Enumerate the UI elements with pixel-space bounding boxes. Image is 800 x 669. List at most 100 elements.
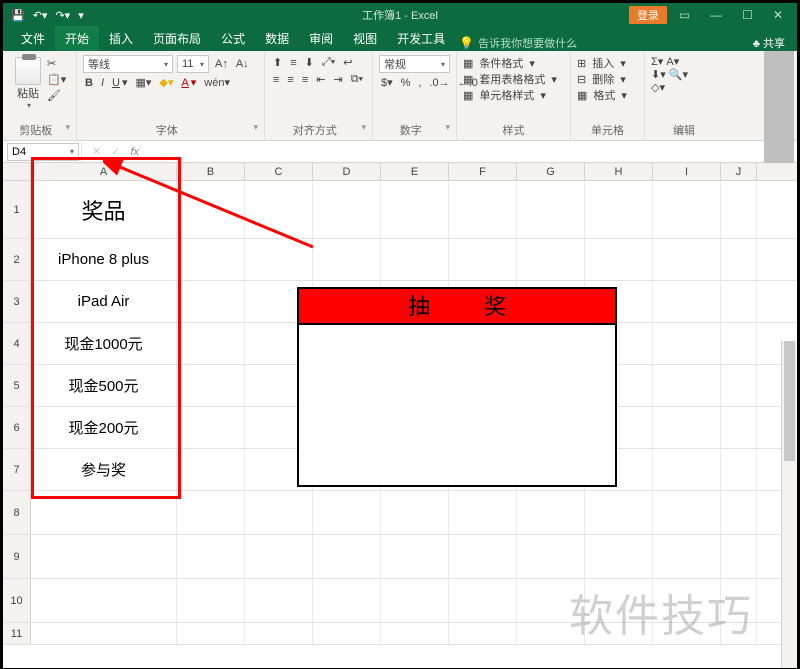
format-cells-button[interactable]: ▦ 格式▾ xyxy=(577,87,638,103)
align-middle-icon[interactable]: ≡ xyxy=(288,56,298,70)
comma-icon[interactable]: , xyxy=(416,76,423,90)
conditional-format-button[interactable]: ▦ 条件格式▾ xyxy=(463,55,564,71)
align-top-icon[interactable]: ⬆ xyxy=(271,55,284,70)
ribbon-options-icon[interactable]: ▭ xyxy=(671,8,698,22)
select-all-corner[interactable] xyxy=(3,163,31,180)
row-header-6[interactable]: 6 xyxy=(3,407,31,448)
tab-layout[interactable]: 页面布局 xyxy=(143,26,211,51)
save-icon[interactable]: 💾 xyxy=(11,9,25,22)
font-name[interactable]: 等线▾ xyxy=(83,55,173,73)
vertical-scrollbar[interactable] xyxy=(781,341,797,668)
percent-icon[interactable]: % xyxy=(399,76,413,90)
row-header-7[interactable]: 7 xyxy=(3,449,31,490)
tab-formulas[interactable]: 公式 xyxy=(211,26,255,51)
align-bottom-icon[interactable]: ⬇ xyxy=(303,55,316,70)
indent-dec-icon[interactable]: ⇤ xyxy=(314,72,327,87)
tell-me[interactable]: 💡告诉我你想要做什么 xyxy=(459,35,577,51)
cell-A1[interactable]: 奖品 xyxy=(31,181,177,238)
row-header-5[interactable]: 5 xyxy=(3,365,31,406)
shrink-font-icon[interactable]: A↓ xyxy=(234,57,251,71)
col-header-G[interactable]: G xyxy=(517,163,585,180)
name-box[interactable]: D4▾ xyxy=(7,143,79,161)
cut-icon[interactable]: ✂ xyxy=(47,57,66,70)
lottery-box: 抽 奖 xyxy=(297,287,617,487)
paste-button[interactable]: 粘贴 ▾ xyxy=(9,55,47,112)
col-header-C[interactable]: C xyxy=(245,163,313,180)
delete-cells-button[interactable]: ⊟ 删除▾ xyxy=(577,71,638,87)
cell-A5[interactable]: 现金500元 xyxy=(31,365,177,406)
row-header-11[interactable]: 11 xyxy=(3,623,31,644)
format-painter-icon[interactable]: 🖌 xyxy=(47,89,66,102)
phonetic-button[interactable]: wén▾ xyxy=(202,75,232,90)
italic-button[interactable]: I xyxy=(99,76,106,90)
col-header-B[interactable]: B xyxy=(177,163,245,180)
row-header-9[interactable]: 9 xyxy=(3,535,31,578)
tab-insert[interactable]: 插入 xyxy=(99,26,143,51)
cell-A3[interactable]: iPad Air xyxy=(31,281,177,322)
col-header-I[interactable]: I xyxy=(653,163,721,180)
merge-icon[interactable]: ⧉▾ xyxy=(349,72,365,87)
underline-button[interactable]: U▾ xyxy=(110,75,129,90)
insert-cells-button[interactable]: ⊞ 插入▾ xyxy=(577,55,638,71)
font-size[interactable]: 11▾ xyxy=(177,55,209,73)
tab-data[interactable]: 数据 xyxy=(255,26,299,51)
cell-A4[interactable]: 现金1000元 xyxy=(31,323,177,364)
col-header-A[interactable]: A xyxy=(31,163,177,180)
border-button[interactable]: ▦▾ xyxy=(134,75,154,90)
copy-icon[interactable]: 📋▾ xyxy=(47,73,66,86)
row-header-10[interactable]: 10 xyxy=(3,579,31,622)
format-table-button[interactable]: ▦ 套用表格格式▾ xyxy=(463,71,564,87)
clipboard-icon xyxy=(15,57,41,85)
lottery-header: 抽 奖 xyxy=(299,289,615,325)
cell-A7[interactable]: 参与奖 xyxy=(31,449,177,490)
maximize-icon[interactable]: ☐ xyxy=(734,8,761,22)
col-header-J[interactable]: J xyxy=(721,163,757,180)
clear-button[interactable]: ◇▾ xyxy=(651,81,717,94)
col-header-F[interactable]: F xyxy=(449,163,517,180)
tab-home[interactable]: 开始 xyxy=(55,26,99,51)
tab-review[interactable]: 审阅 xyxy=(299,26,343,51)
tab-view[interactable]: 视图 xyxy=(343,26,387,51)
enter-formula-icon[interactable]: ✓ xyxy=(111,145,120,158)
qat-more-icon[interactable]: ▾ xyxy=(78,9,84,22)
orientation-icon[interactable]: ⤢▾ xyxy=(320,55,337,70)
number-format[interactable]: 常规▾ xyxy=(379,55,450,73)
col-header-H[interactable]: H xyxy=(585,163,653,180)
col-header-D[interactable]: D xyxy=(313,163,381,180)
formula-bar: D4▾ ✕ ✓ fx ▾ xyxy=(3,141,797,163)
cell-A6[interactable]: 现金200元 xyxy=(31,407,177,448)
cell-styles-button[interactable]: ▦ 单元格样式▾ xyxy=(463,87,564,103)
align-right-icon[interactable]: ≡ xyxy=(300,73,310,87)
currency-icon[interactable]: $▾ xyxy=(379,75,395,90)
row-header-3[interactable]: 3 xyxy=(3,281,31,322)
close-icon[interactable]: ✕ xyxy=(765,8,791,22)
col-header-E[interactable]: E xyxy=(381,163,449,180)
row-header-8[interactable]: 8 xyxy=(3,491,31,534)
indent-inc-icon[interactable]: ⇥ xyxy=(331,72,344,87)
font-color-button[interactable]: A▾ xyxy=(179,75,198,90)
fill-button[interactable]: ⬇▾ 🔍▾ xyxy=(651,68,717,81)
tab-file[interactable]: 文件 xyxy=(11,26,55,51)
formula-input[interactable] xyxy=(149,143,775,161)
ribbon: 粘贴 ▾ ✂ 📋▾ 🖌 剪贴板▾ 等线▾ 11▾ A↑ A↓ B I U▾ xyxy=(3,51,797,141)
autosum-button[interactable]: Σ▾ A▾ xyxy=(651,55,717,68)
minimize-icon[interactable]: — xyxy=(702,8,730,22)
grow-font-icon[interactable]: A↑ xyxy=(213,57,230,71)
align-center-icon[interactable]: ≡ xyxy=(285,73,295,87)
share-button[interactable]: ♣ 共享 xyxy=(753,35,785,51)
tab-dev[interactable]: 开发工具 xyxy=(387,26,455,51)
align-left-icon[interactable]: ≡ xyxy=(271,73,281,87)
login-badge[interactable]: 登录 xyxy=(629,6,667,24)
cell-A2[interactable]: iPhone 8 plus xyxy=(31,239,177,280)
row-header-4[interactable]: 4 xyxy=(3,323,31,364)
bold-button[interactable]: B xyxy=(83,76,95,90)
fx-icon[interactable]: fx xyxy=(130,146,139,158)
row-header-1[interactable]: 1 xyxy=(3,181,31,238)
row-header-2[interactable]: 2 xyxy=(3,239,31,280)
fill-color-button[interactable]: ◆▾ xyxy=(157,75,175,90)
redo-icon[interactable]: ↷▾ xyxy=(55,9,70,22)
wrap-text-icon[interactable]: ↩ xyxy=(341,55,354,70)
undo-icon[interactable]: ↶▾ xyxy=(33,9,48,22)
inc-decimal-icon[interactable]: .0→ xyxy=(427,76,451,90)
cancel-formula-icon[interactable]: ✕ xyxy=(92,145,101,158)
